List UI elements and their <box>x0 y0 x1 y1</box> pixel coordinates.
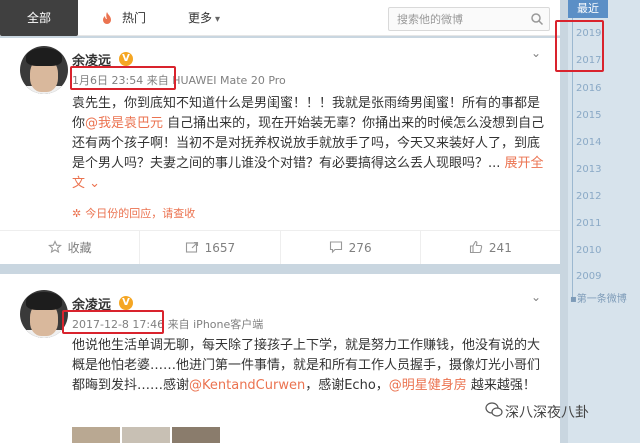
post-card: 余凌远 V 1月6日 23:54 来自 HUAWEI Mate 20 Pro ⌄… <box>0 38 560 264</box>
chevron-down-icon: ▾ <box>215 14 221 25</box>
comment-icon <box>329 241 342 254</box>
like-count: 241 <box>488 241 512 255</box>
top-nav: 全部 热门 更多 ▾ <box>0 0 560 36</box>
tab-all[interactable]: 全部 <box>0 0 78 36</box>
like-button[interactable]: 241 <box>421 231 560 264</box>
tab-more-label: 更多 <box>188 11 213 25</box>
avatar[interactable] <box>20 290 68 338</box>
verified-badge-icon: V <box>119 52 133 66</box>
post-card: 余凌远 V 2017-12-8 17:46 来自 iPhone客户端 ⌄ 他说他… <box>0 274 560 443</box>
comment-count: 276 <box>348 241 372 255</box>
sparkle-icon: ✲ <box>72 207 82 220</box>
highlight-box <box>70 66 176 90</box>
timeline-year[interactable]: 2012 <box>576 191 601 202</box>
search-box <box>388 7 550 31</box>
timeline-year[interactable]: 2015 <box>576 110 601 121</box>
post-source[interactable]: iPhone客户端 <box>193 318 263 331</box>
verified-badge-icon: V <box>119 296 133 310</box>
timeline-year[interactable]: 2009 <box>576 271 601 282</box>
search-input[interactable] <box>389 8 519 31</box>
avatar[interactable] <box>20 46 68 94</box>
today-review-label: 今日份的回应，请查收 <box>85 207 196 220</box>
wechat-icon <box>485 402 503 417</box>
share-button[interactable]: 1657 <box>140 231 281 264</box>
search-icon[interactable] <box>530 12 544 26</box>
post-photo[interactable] <box>72 427 220 443</box>
post-text-part: ，感谢Echo， <box>305 378 389 393</box>
mention-link[interactable]: @KentandCurwen <box>189 378 305 393</box>
timeline-year[interactable]: 2010 <box>576 245 601 256</box>
highlight-box <box>555 20 604 72</box>
post-text-part: 越来越强！ <box>466 378 536 393</box>
timeline-first-post[interactable]: ▪第一条微博 <box>570 290 627 305</box>
favorite-button[interactable]: 收藏 <box>0 231 141 264</box>
tab-more[interactable]: 更多 ▾ <box>188 0 244 36</box>
chevron-down-icon[interactable]: ⌄ <box>528 46 544 62</box>
chevron-down-icon[interactable]: ⌄ <box>528 290 544 306</box>
post-text: 他说他生活单调无聊，每天除了接孩子上下学，就是努力工作赚钱，他没有说的大概是他怕… <box>72 336 552 396</box>
mention-link[interactable]: @明星健身房 <box>389 378 467 393</box>
watermark: 深八深夜八卦 <box>505 405 589 421</box>
source-prefix: 来自 <box>167 318 190 331</box>
post-source[interactable]: HUAWEI Mate 20 Pro <box>172 74 286 87</box>
timeline-latest[interactable]: 最近 <box>568 0 608 18</box>
highlight-box <box>62 310 164 334</box>
timeline-year[interactable]: 2013 <box>576 164 601 175</box>
timeline-first-label: 第一条微博 <box>576 294 627 305</box>
favorite-label: 收藏 <box>67 241 92 255</box>
timeline-year[interactable]: 2016 <box>576 83 601 94</box>
today-review-link[interactable]: ✲ 今日份的回应，请查收 <box>72 205 195 221</box>
thumbs-up-icon <box>469 240 483 254</box>
comment-button[interactable]: 276 <box>281 231 421 264</box>
mention-link[interactable]: @我是袁巴元 <box>85 116 163 131</box>
star-icon <box>47 240 62 254</box>
tab-hot[interactable]: 热门 <box>100 0 170 36</box>
timeline-year[interactable]: 2014 <box>576 137 601 148</box>
action-bar: 收藏 1657 276 241 <box>0 230 560 264</box>
share-count: 1657 <box>204 241 236 255</box>
timeline-year[interactable]: 2011 <box>576 218 601 229</box>
share-icon <box>185 241 198 253</box>
post-text: 袁先生，你到底知不知道什么是男闺蜜！！！我就是张雨绮男闺蜜！所有的事都是你@我是… <box>72 94 552 194</box>
